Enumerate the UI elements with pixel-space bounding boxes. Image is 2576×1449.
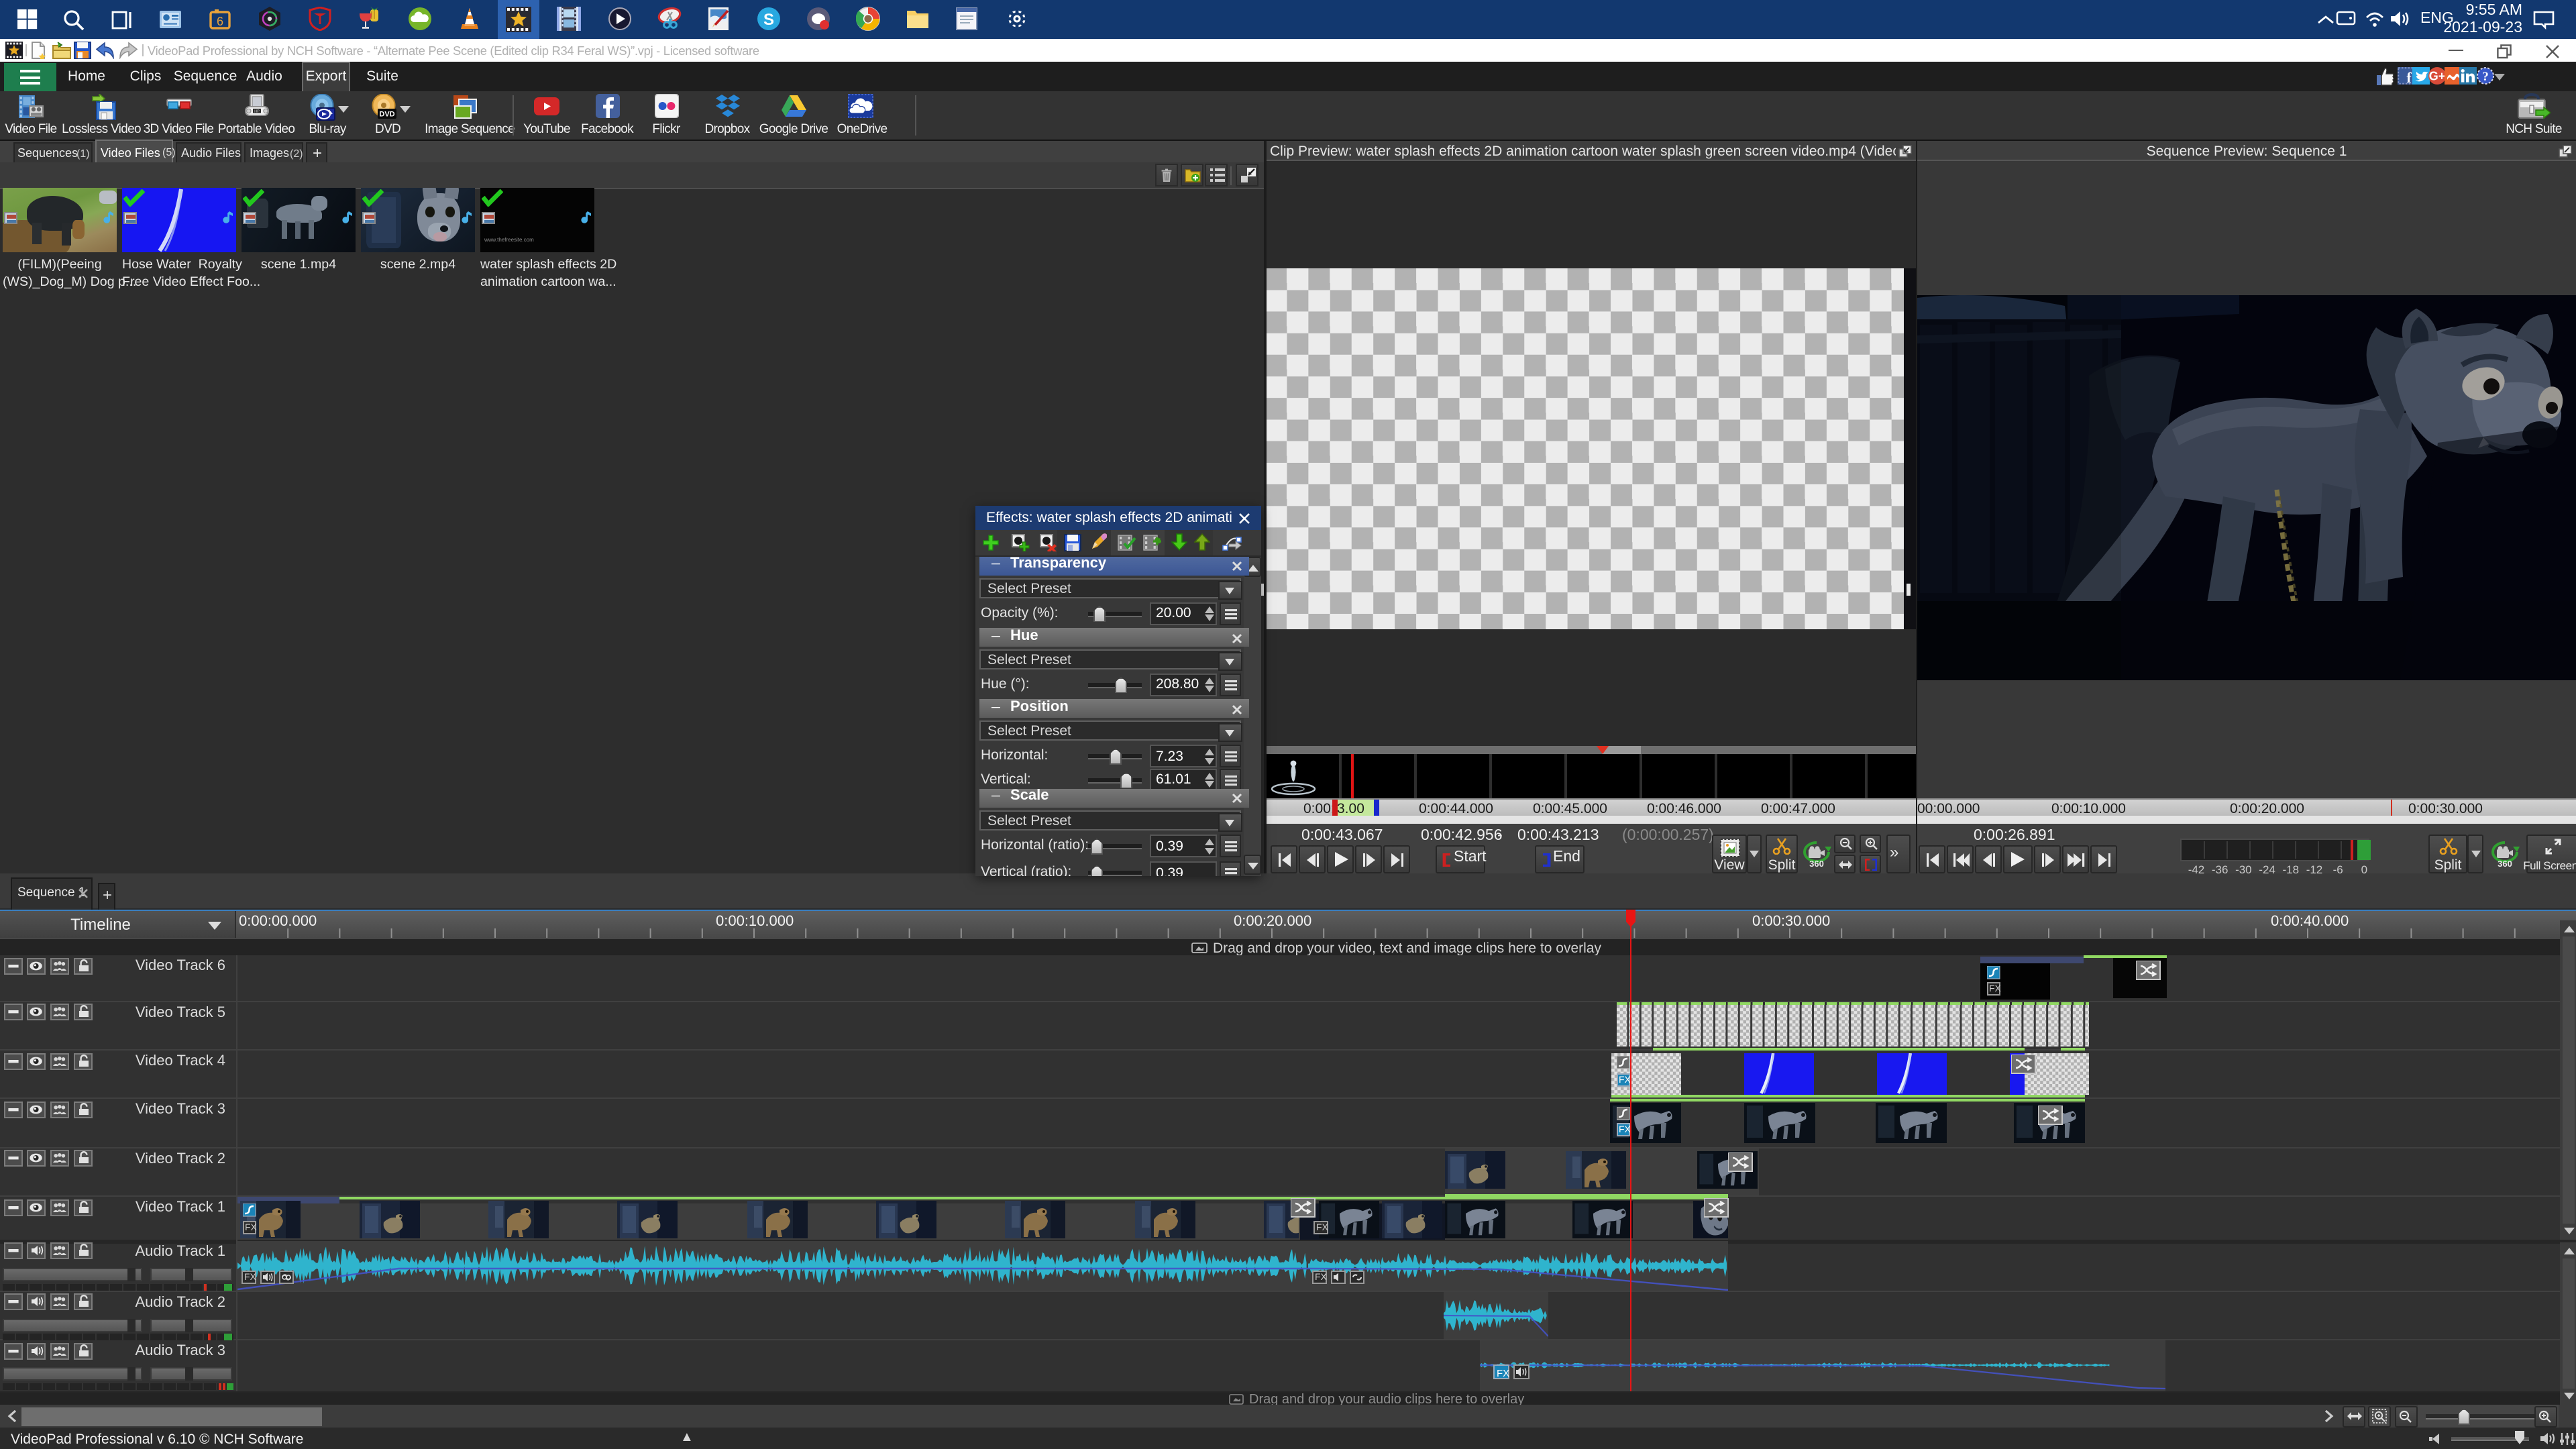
svg-text:360: 360	[1809, 858, 1823, 868]
svg-text:S: S	[763, 11, 774, 29]
svg-text:G+: G+	[2428, 70, 2445, 83]
svg-text:f: f	[2406, 69, 2411, 85]
svg-text:?: ?	[2481, 70, 2488, 84]
svg-text:360: 360	[2498, 858, 2512, 868]
svg-text:HP: HP	[254, 109, 260, 113]
svg-text:DVD: DVD	[379, 110, 394, 118]
svg-text:6: 6	[217, 15, 223, 28]
